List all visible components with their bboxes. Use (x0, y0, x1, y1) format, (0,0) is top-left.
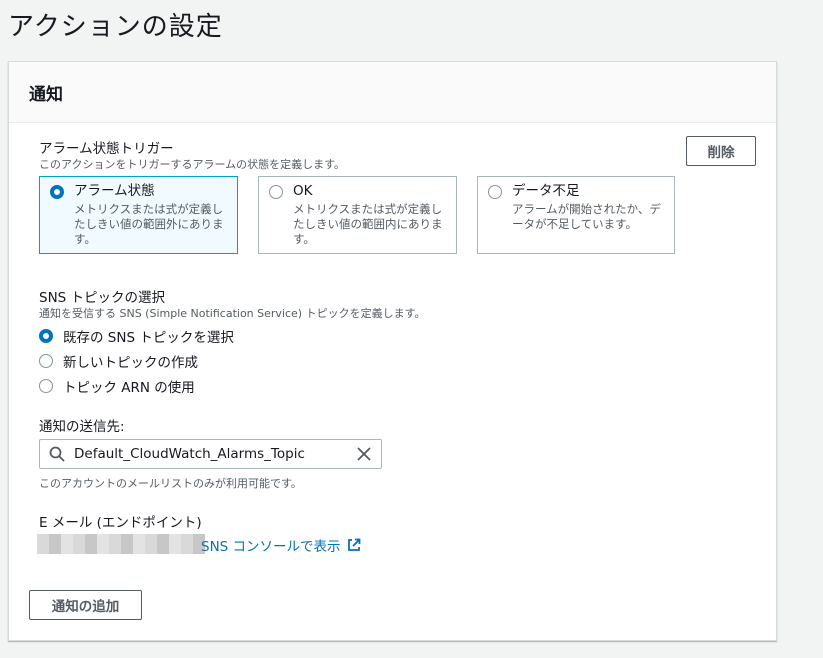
radio-icon[interactable] (39, 379, 53, 393)
remove-button[interactable]: 削除 (686, 136, 756, 166)
tile-description: メトリクスまたは式が定義したしきい値の範囲外にあります。 (74, 202, 224, 246)
notification-panel: 通知 アラーム状態トリガー このアクションをトリガーするアラームの状態を定義しま… (8, 61, 777, 641)
sns-topic-description: 通知を受信する SNS (Simple Notification Service… (39, 307, 426, 320)
tile-title: アラーム状態 (74, 183, 155, 199)
tile-title: OK (293, 183, 313, 199)
sns-option-label: 既存の SNS トピックを選択 (63, 330, 234, 346)
radio-icon[interactable] (39, 354, 53, 368)
email-endpoint-label: E メール (エンドポイント) (39, 515, 202, 531)
sns-option-topic-arn[interactable]: トピック ARN の使用 (39, 376, 195, 396)
send-to-input[interactable] (74, 446, 344, 462)
sns-option-new-topic[interactable]: 新しいトピックの作成 (39, 351, 198, 371)
send-to-label: 通知の送信先: (39, 419, 125, 435)
sns-console-link[interactable]: SNS コンソールで表示 (201, 535, 361, 555)
sns-console-link-label: SNS コンソールで表示 (201, 539, 341, 555)
alarm-state-tile-insufficient-data[interactable]: データ不足 アラームが開始されたか、データが不足しています。 (477, 176, 675, 254)
radio-icon[interactable] (269, 185, 283, 199)
radio-icon[interactable] (39, 329, 53, 343)
tile-title: データ不足 (512, 183, 580, 199)
send-to-help: このアカウントのメールリストのみが利用可能です。 (39, 477, 302, 490)
alarm-state-tile-in-alarm[interactable]: アラーム状態 メトリクスまたは式が定義したしきい値の範囲外にあります。 (39, 176, 238, 254)
panel-title: 通知 (29, 85, 63, 105)
panel-header: 通知 (9, 62, 776, 123)
external-link-icon (347, 538, 361, 552)
radio-icon[interactable] (488, 185, 502, 199)
page-title: アクションの設定 (8, 12, 223, 42)
add-notification-button[interactable]: 通知の追加 (29, 590, 142, 620)
sns-option-label: トピック ARN の使用 (63, 380, 195, 396)
radio-icon[interactable] (50, 185, 64, 199)
sns-topic-label: SNS トピックの選択 (39, 290, 166, 306)
redacted-email (37, 534, 205, 554)
alarm-trigger-label: アラーム状態トリガー (39, 141, 174, 157)
tile-description: メトリクスまたは式が定義したしきい値の範囲内にあります。 (293, 202, 443, 246)
tile-description: アラームが開始されたか、データが不足しています。 (512, 202, 661, 231)
search-icon (49, 446, 65, 462)
send-to-search-box[interactable] (39, 439, 382, 469)
clear-icon[interactable] (357, 447, 371, 461)
alarm-state-tile-ok[interactable]: OK メトリクスまたは式が定義したしきい値の範囲内にあります。 (258, 176, 457, 254)
sns-option-label: 新しいトピックの作成 (63, 355, 198, 371)
sns-option-existing[interactable]: 既存の SNS トピックを選択 (39, 326, 234, 346)
alarm-trigger-description: このアクションをトリガーするアラームの状態を定義します。 (39, 158, 346, 171)
